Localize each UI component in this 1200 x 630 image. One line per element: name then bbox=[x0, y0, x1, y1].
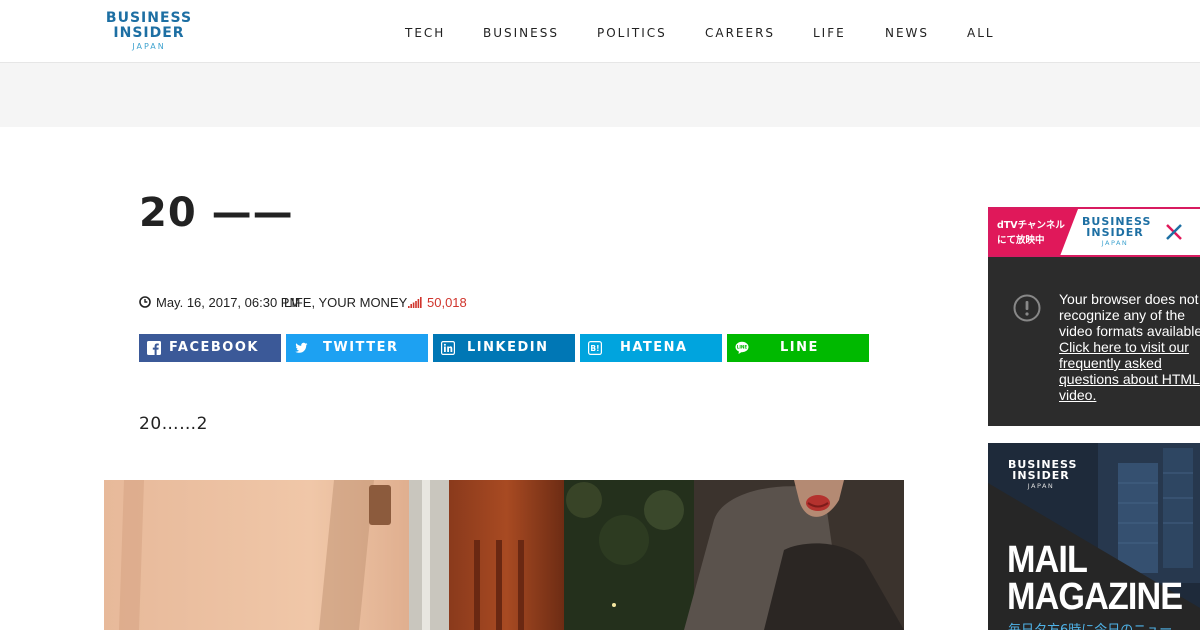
article-title: 20 —— bbox=[139, 190, 294, 236]
video-ad-message-box: Your browser does not recognize any of t… bbox=[1059, 291, 1200, 403]
article-photo bbox=[104, 480, 904, 630]
mail-ad-logo-sub: JAPAN bbox=[1027, 482, 1055, 490]
views-bars-icon bbox=[408, 297, 422, 308]
video-ad-badge-line2: にて放映中 bbox=[997, 235, 1045, 246]
mail-ad-logo: BUSINESS INSIDER JAPAN bbox=[1008, 459, 1076, 490]
warning-icon bbox=[1013, 294, 1041, 322]
svg-text:LINE: LINE bbox=[737, 345, 748, 350]
mail-ad-title-line1: MAIL bbox=[1007, 539, 1088, 581]
logo-line2: INSIDER bbox=[113, 25, 185, 41]
mail-ad-subtitle: 毎日夕方6時に今日のニュー bbox=[1008, 619, 1172, 630]
share-linkedin-button[interactable]: LINKEDIN bbox=[433, 334, 575, 362]
share-linkedin-label: LINKEDIN bbox=[467, 340, 549, 355]
video-ad: dTVチャンネル にて放映中 BUSINESS INSIDER JAPAN Yo… bbox=[988, 207, 1200, 426]
article-photo-image bbox=[104, 480, 904, 630]
share-line-label: LINE bbox=[780, 340, 819, 355]
site-header: BUSINESS INSIDER JAPAN TECH BUSINESS POL… bbox=[0, 0, 1200, 63]
video-ad-header: dTVチャンネル にて放映中 BUSINESS INSIDER JAPAN bbox=[988, 207, 1200, 257]
mail-ad-logo-line2: INSIDER bbox=[1012, 469, 1070, 482]
nav-item-careers[interactable]: CAREERS bbox=[705, 26, 775, 40]
nav-item-life[interactable]: LIFE bbox=[813, 26, 846, 40]
nav-item-news[interactable]: NEWS bbox=[885, 26, 929, 40]
line-icon: LINE bbox=[735, 341, 749, 354]
twitter-icon bbox=[295, 342, 308, 353]
svg-text:B!: B! bbox=[590, 344, 599, 353]
video-ad-logo: BUSINESS INSIDER JAPAN bbox=[1082, 216, 1150, 247]
article-date: May. 16, 2017, 06:30 PM bbox=[156, 295, 301, 310]
nav-item-business[interactable]: BUSINESS bbox=[483, 26, 559, 40]
article-categories[interactable]: LIFE, YOUR MONEY bbox=[284, 295, 407, 310]
nav-item-tech[interactable]: TECH bbox=[405, 26, 445, 40]
logo-sub: JAPAN bbox=[132, 42, 166, 51]
site-logo[interactable]: BUSINESS INSIDER JAPAN bbox=[103, 11, 195, 51]
facebook-icon bbox=[147, 341, 161, 355]
video-ad-faq-link[interactable]: Click here to visit our frequently asked… bbox=[1059, 339, 1200, 403]
share-twitter-button[interactable]: TWITTER bbox=[286, 334, 428, 362]
mail-ad-title: MAIL MAGAZINE bbox=[1007, 539, 1183, 618]
nav-item-politics[interactable]: POLITICS bbox=[597, 26, 667, 40]
video-ad-badge-text: dTVチャンネル にて放映中 bbox=[997, 218, 1065, 248]
video-ad-logo-sub: JAPAN bbox=[1101, 239, 1129, 247]
share-hatena-label: HATENA bbox=[620, 340, 688, 355]
share-hatena-button[interactable]: B! HATENA bbox=[580, 334, 722, 362]
mail-ad-title-line2: MAGAZINE bbox=[1007, 576, 1183, 618]
hatena-icon: B! bbox=[588, 341, 602, 355]
logo-line1: BUSINESS bbox=[105, 10, 193, 26]
share-twitter-label: TWITTER bbox=[323, 340, 399, 355]
video-ad-logo-line2: INSIDER bbox=[1086, 226, 1144, 239]
mail-magazine-ad[interactable]: BUSINESS INSIDER JAPAN MAIL MAGAZINE 毎日夕… bbox=[988, 443, 1200, 630]
share-facebook-button[interactable]: FACEBOOK bbox=[139, 334, 281, 362]
share-line-button[interactable]: LINE LINE bbox=[727, 334, 869, 362]
share-facebook-label: FACEBOOK bbox=[169, 340, 259, 355]
video-ad-badge-line1: dTVチャンネル bbox=[997, 220, 1065, 231]
article-lead: 20……2 bbox=[139, 414, 208, 434]
linkedin-icon bbox=[441, 341, 455, 355]
clock-icon bbox=[139, 296, 151, 308]
ad-banner-area bbox=[0, 63, 1200, 127]
article-views: 50,018 bbox=[427, 295, 467, 310]
close-icon[interactable] bbox=[1165, 223, 1183, 241]
nav-item-all[interactable]: ALL bbox=[967, 26, 995, 40]
video-ad-message: Your browser does not recognize any of t… bbox=[1059, 291, 1200, 339]
